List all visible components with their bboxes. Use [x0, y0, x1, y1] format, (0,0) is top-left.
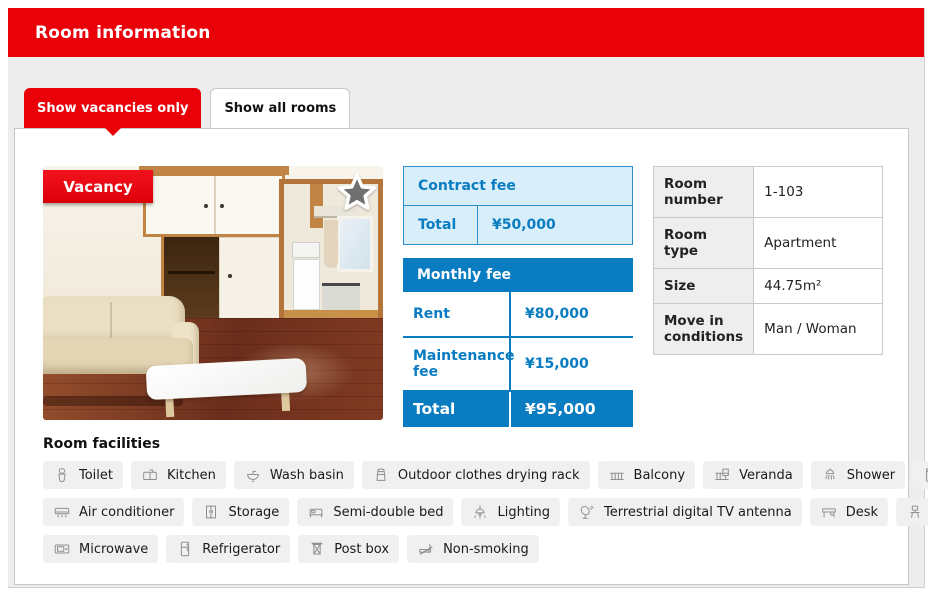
table-row: Room number 1-103 [654, 167, 883, 218]
facility-chip-toilet: Toilet [43, 461, 123, 489]
post-box-icon [308, 540, 326, 558]
kitchen-icon [141, 466, 159, 484]
room-number-value: 1-103 [754, 167, 883, 218]
maintenance-fee-label: Maintenance fee [403, 338, 509, 390]
facility-row-1: Toilet Kitchen Wash basin Outdoor clothe… [43, 461, 908, 489]
room-type-label: Room type [654, 218, 754, 269]
move-in-conditions-value: Man / Woman [754, 304, 883, 355]
page-title: Room information [35, 23, 211, 43]
favorite-star-icon[interactable] [336, 171, 378, 213]
drying-rack-icon [372, 466, 390, 484]
maintenance-fee-value: ¥15,000 [509, 338, 633, 390]
air-conditioner-icon [53, 503, 71, 521]
facility-chip-refrigerator: Refrigerator [166, 535, 290, 563]
room-type-value: Apartment [754, 218, 883, 269]
content-panel: Vacancy Contract fee Total ¥50,000 Month… [14, 128, 909, 585]
contract-fee-total-label: Total [404, 206, 477, 244]
rent-value: ¥80,000 [509, 292, 633, 336]
facility-chip-microwave: Microwave [43, 535, 158, 563]
vacancy-badge: Vacancy [43, 170, 153, 203]
desk-icon [820, 503, 838, 521]
facility-row-3: Microwave Refrigerator Post box Non-smok… [43, 535, 908, 563]
lighting-icon [471, 503, 489, 521]
chair-icon [906, 503, 924, 521]
size-value: 44.75m² [754, 269, 883, 304]
tab-show-all-rooms[interactable]: Show all rooms [210, 88, 350, 128]
facility-chip-air-conditioner: Air conditioner [43, 498, 184, 526]
monthly-fee-table: Monthly fee Rent ¥80,000 Maintenance fee… [403, 258, 633, 427]
facility-chip-non-smoking: Non-smoking [407, 535, 539, 563]
rent-label: Rent [403, 292, 509, 336]
photo-coffee-table [146, 358, 309, 420]
contract-fee-table: Contract fee Total ¥50,000 [403, 166, 633, 245]
monthly-fee-maintenance-row: Maintenance fee ¥15,000 [403, 338, 633, 392]
contract-fee-row: Total ¥50,000 [404, 206, 632, 244]
table-row: Room type Apartment [654, 218, 883, 269]
table-row: Move in conditions Man / Woman [654, 304, 883, 355]
facility-chip-post-box: Post box [298, 535, 399, 563]
room-listing-row: Vacancy Contract fee Total ¥50,000 Month… [43, 166, 908, 427]
facility-chip-tv-antenna: Terrestrial digital TV antenna [568, 498, 802, 526]
balcony-icon [608, 466, 626, 484]
move-in-conditions-label: Move in conditions [654, 304, 754, 355]
monthly-fee-title: Monthly fee [403, 258, 633, 292]
table-row: Size 44.75m² [654, 269, 883, 304]
room-details-table: Room number 1-103 Room type Apartment Si… [653, 166, 883, 355]
non-smoking-icon [417, 540, 435, 558]
veranda-icon [713, 466, 731, 484]
app-header: Room information [8, 8, 924, 57]
refrigerator-icon [176, 540, 194, 558]
contract-fee-total-value: ¥50,000 [477, 206, 632, 244]
size-label: Size [654, 269, 754, 304]
toilet-icon [53, 466, 71, 484]
room-facilities-title: Room facilities [43, 436, 908, 452]
photo-closet-door [219, 237, 285, 319]
photo-upper-cabinet [143, 173, 285, 237]
tab-show-vacancies-only[interactable]: Show vacancies only [24, 88, 201, 128]
bed-icon [307, 503, 325, 521]
facility-chip-wash-basin: Wash basin [234, 461, 354, 489]
facility-chip-semi-double-bed: Semi-double bed [297, 498, 453, 526]
facility-chip-shower: Shower [811, 461, 905, 489]
facility-chip-balcony: Balcony [598, 461, 696, 489]
room-photo: Vacancy [43, 166, 383, 420]
monthly-fee-total-row: Total ¥95,000 [403, 392, 633, 427]
wash-basin-icon [244, 466, 262, 484]
monthly-fee-rent-row: Rent ¥80,000 [403, 292, 633, 338]
monthly-total-value: ¥95,000 [509, 392, 633, 427]
tv-antenna-icon [578, 503, 596, 521]
facility-chip-storage: Storage [192, 498, 289, 526]
facility-row-2: Air conditioner Storage Semi-double bed … [43, 498, 908, 526]
window-frame: Room information Show vacancies only Sho… [8, 8, 925, 588]
tabs: Show vacancies only Show all rooms [24, 88, 924, 128]
storage-icon [202, 503, 220, 521]
shower-icon [821, 466, 839, 484]
microwave-icon [53, 540, 71, 558]
facility-chip-washing-machine: Washing machine [913, 461, 928, 489]
facility-chip-desk: Desk [810, 498, 888, 526]
washing-machine-icon [923, 466, 928, 484]
facility-chip-chair: Chair [896, 498, 928, 526]
facility-chip-drying-rack: Outdoor clothes drying rack [362, 461, 590, 489]
facility-chip-lighting: Lighting [461, 498, 560, 526]
facility-chip-veranda: Veranda [703, 461, 803, 489]
contract-fee-title: Contract fee [404, 167, 632, 206]
monthly-total-label: Total [403, 392, 509, 427]
room-facilities-section: Room facilities Toilet Kitchen Wash basi… [43, 436, 908, 563]
facility-chip-kitchen: Kitchen [131, 461, 226, 489]
room-number-label: Room number [654, 167, 754, 218]
fee-column: Contract fee Total ¥50,000 Monthly fee R… [403, 166, 633, 427]
